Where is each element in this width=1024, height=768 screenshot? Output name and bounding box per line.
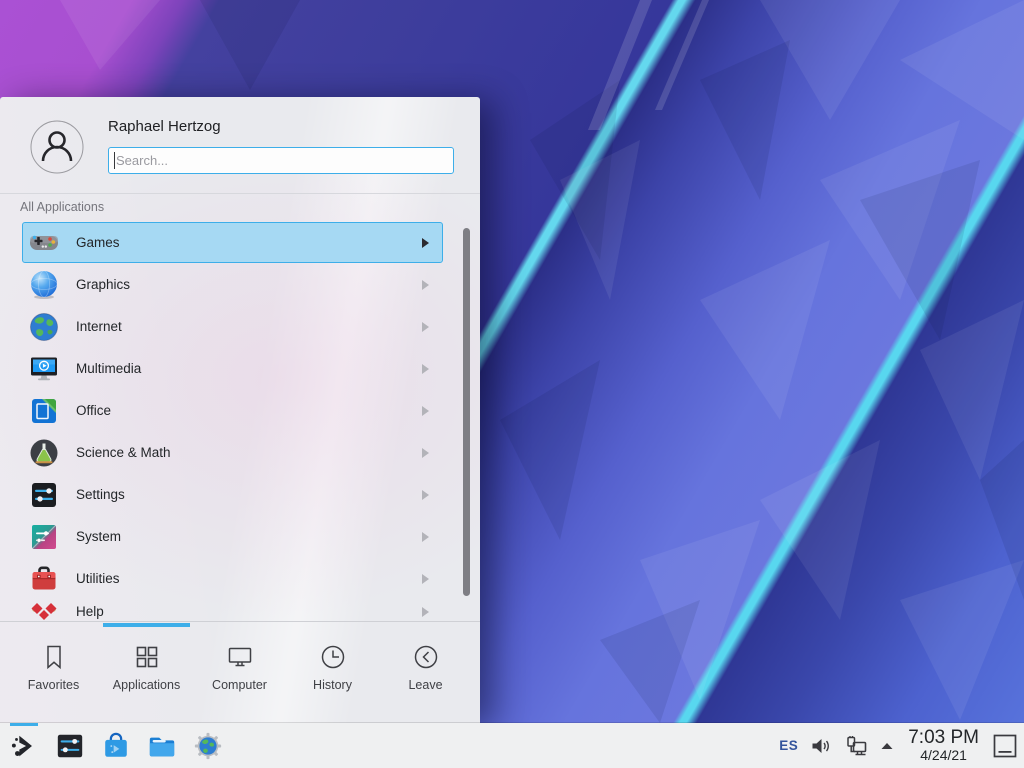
tab-favorites[interactable]: Favorites: [7, 621, 100, 692]
dolphin-file-manager-launcher[interactable]: [147, 731, 177, 761]
category-internet[interactable]: Internet: [22, 306, 443, 347]
text-cursor: [114, 152, 115, 169]
chevron-right-icon: [422, 280, 429, 290]
science-flask-icon: [28, 437, 60, 469]
digital-clock[interactable]: 7:03 PM 4/24/21: [908, 728, 979, 763]
category-label: Office: [76, 403, 111, 418]
category-games[interactable]: Games: [22, 222, 443, 263]
category-help[interactable]: Help: [22, 591, 443, 621]
application-launcher-button[interactable]: [9, 731, 39, 761]
scrollbar[interactable]: [463, 228, 470, 596]
network-icon[interactable]: [844, 734, 868, 758]
discover-launcher[interactable]: [101, 731, 131, 761]
category-label: Multimedia: [76, 361, 141, 376]
category-label: Help: [76, 604, 104, 619]
tab-computer[interactable]: Computer: [193, 621, 286, 692]
chevron-right-icon: [422, 490, 429, 500]
category-science-math[interactable]: Science & Math: [22, 432, 443, 473]
user-name: Raphael Hertzog: [108, 118, 221, 135]
tab-label: Computer: [212, 678, 267, 692]
search-input[interactable]: Search...: [108, 147, 454, 174]
chevron-right-icon: [422, 574, 429, 584]
tab-leave[interactable]: Leave: [379, 621, 472, 692]
multimedia-monitor-icon: [28, 353, 60, 385]
category-office[interactable]: Office: [22, 390, 443, 431]
tab-history[interactable]: History: [286, 621, 379, 692]
category-label: Internet: [76, 319, 122, 334]
globe-icon: [28, 311, 60, 343]
search-placeholder: Search...: [116, 153, 168, 168]
utilities-toolbox-icon: [28, 563, 60, 595]
gamepad-icon: [28, 227, 60, 259]
settings-sliders-icon: [28, 479, 60, 511]
category-list: Games Graphics: [0, 218, 480, 621]
history-clock-icon: [319, 643, 347, 671]
application-launcher-menu: Raphael Hertzog Search... All Applicatio…: [0, 97, 480, 723]
web-browser-launcher[interactable]: [193, 731, 223, 761]
category-label: Settings: [76, 487, 125, 502]
computer-monitor-icon: [226, 643, 254, 671]
category-label: Graphics: [76, 277, 130, 292]
header-divider: [0, 193, 480, 194]
chevron-right-icon: [422, 238, 429, 248]
user-avatar[interactable]: [30, 120, 84, 174]
chevron-right-icon: [422, 322, 429, 332]
category-label: Games: [76, 235, 120, 250]
volume-icon[interactable]: [809, 734, 833, 758]
expand-tray-caret-icon[interactable]: [879, 738, 895, 754]
category-label: Utilities: [76, 571, 120, 586]
launcher-tabbar: Favorites Applications: [0, 621, 480, 723]
category-label: System: [76, 529, 121, 544]
help-lifebuoy-icon: [28, 596, 60, 622]
desktop: Raphael Hertzog Search... All Applicatio…: [0, 0, 1024, 768]
chevron-right-icon: [422, 364, 429, 374]
chevron-right-icon: [422, 607, 429, 617]
chevron-right-icon: [422, 448, 429, 458]
tab-label: Applications: [113, 678, 180, 692]
tab-label: Leave: [408, 678, 442, 692]
chevron-right-icon: [422, 406, 429, 416]
clock-time: 7:03 PM: [908, 728, 979, 748]
keyboard-layout-indicator[interactable]: ES: [779, 738, 798, 753]
category-label: Science & Math: [76, 445, 171, 460]
taskbar-panel: ES 7:03 PM: [0, 723, 1024, 768]
show-desktop-button[interactable]: [992, 733, 1018, 759]
category-graphics[interactable]: Graphics: [22, 264, 443, 305]
category-settings[interactable]: Settings: [22, 474, 443, 515]
applications-grid-icon: [133, 643, 161, 671]
system-sliders-icon: [28, 521, 60, 553]
system-settings-launcher[interactable]: [55, 731, 85, 761]
section-label: All Applications: [20, 200, 104, 214]
clock-date: 4/24/21: [908, 748, 979, 763]
office-document-icon: [28, 395, 60, 427]
tab-label: History: [313, 678, 352, 692]
category-system[interactable]: System: [22, 516, 443, 557]
tab-applications[interactable]: Applications: [100, 621, 193, 692]
leave-back-icon: [412, 643, 440, 671]
chevron-right-icon: [422, 532, 429, 542]
category-multimedia[interactable]: Multimedia: [22, 348, 443, 389]
favorites-bookmark-icon: [40, 643, 68, 671]
graphics-ball-icon: [28, 269, 60, 301]
tab-label: Favorites: [28, 678, 79, 692]
